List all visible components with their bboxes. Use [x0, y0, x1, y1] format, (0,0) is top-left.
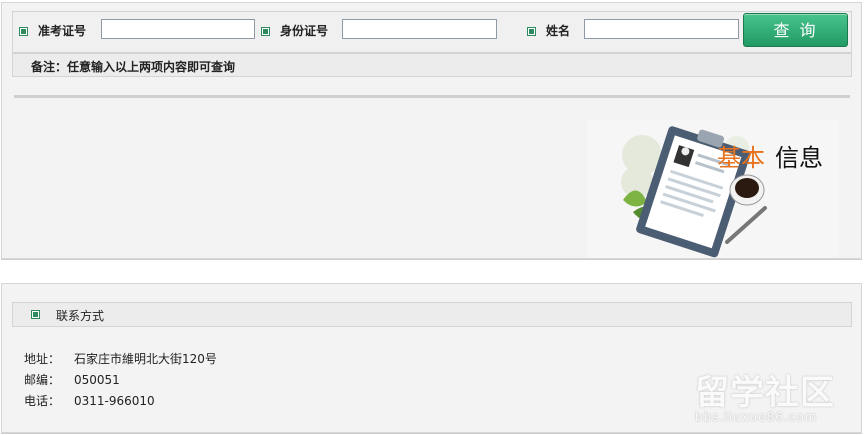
exam-number-label: 准考证号 [38, 24, 87, 38]
contact-header: 联系方式 [12, 302, 852, 327]
divider [14, 95, 850, 98]
phone-label: 电话： [24, 394, 61, 408]
basic-info-illustration: 基本 信息 [587, 120, 839, 258]
name-input[interactable] [584, 19, 739, 39]
note-bar: 备注：任意输入以上两项内容即可查询 [12, 53, 852, 77]
postcode-value: 050051 [74, 373, 120, 387]
address-row: 地址： 石家庄市維明北大街120号 [24, 350, 217, 367]
phone-value: 0311-966010 [74, 394, 155, 408]
watermark: 留学社区 bbs.liuxue86.com [695, 365, 835, 424]
id-number-input[interactable] [342, 19, 497, 39]
basic-text: 基本 [717, 144, 765, 172]
id-number-label: 身份证号 [280, 24, 329, 38]
exam-number-input[interactable] [101, 19, 255, 39]
contact-title: 联系方式 [56, 309, 105, 323]
address-label: 地址： [24, 352, 61, 366]
bullet-icon [261, 27, 270, 36]
address-value: 石家庄市維明北大街120号 [74, 352, 217, 366]
phone-row: 电话： 0311-966010 [24, 392, 155, 409]
bullet-icon [31, 310, 40, 319]
note-text: 备注：任意输入以上两项内容即可查询 [31, 60, 236, 74]
name-label: 姓名 [546, 24, 571, 38]
postcode-row: 邮编： 050051 [24, 371, 120, 388]
watermark-url: bbs.liuxue86.com [695, 410, 818, 424]
bullet-icon [19, 27, 28, 36]
search-bar: 准考证号 身份证号 姓名 查询 [12, 11, 852, 53]
query-panel: 准考证号 身份证号 姓名 查询 备注：任意输入以上两项内容即可查询 基本 信息 [1, 2, 862, 259]
watermark-title: 留学社区 [695, 373, 835, 413]
postcode-label: 邮编： [24, 373, 61, 387]
info-text: 信息 [775, 144, 823, 172]
clipboard-illustration: 基本 信息 [587, 120, 839, 258]
bullet-icon [527, 27, 536, 36]
query-button[interactable]: 查询 [743, 13, 848, 47]
